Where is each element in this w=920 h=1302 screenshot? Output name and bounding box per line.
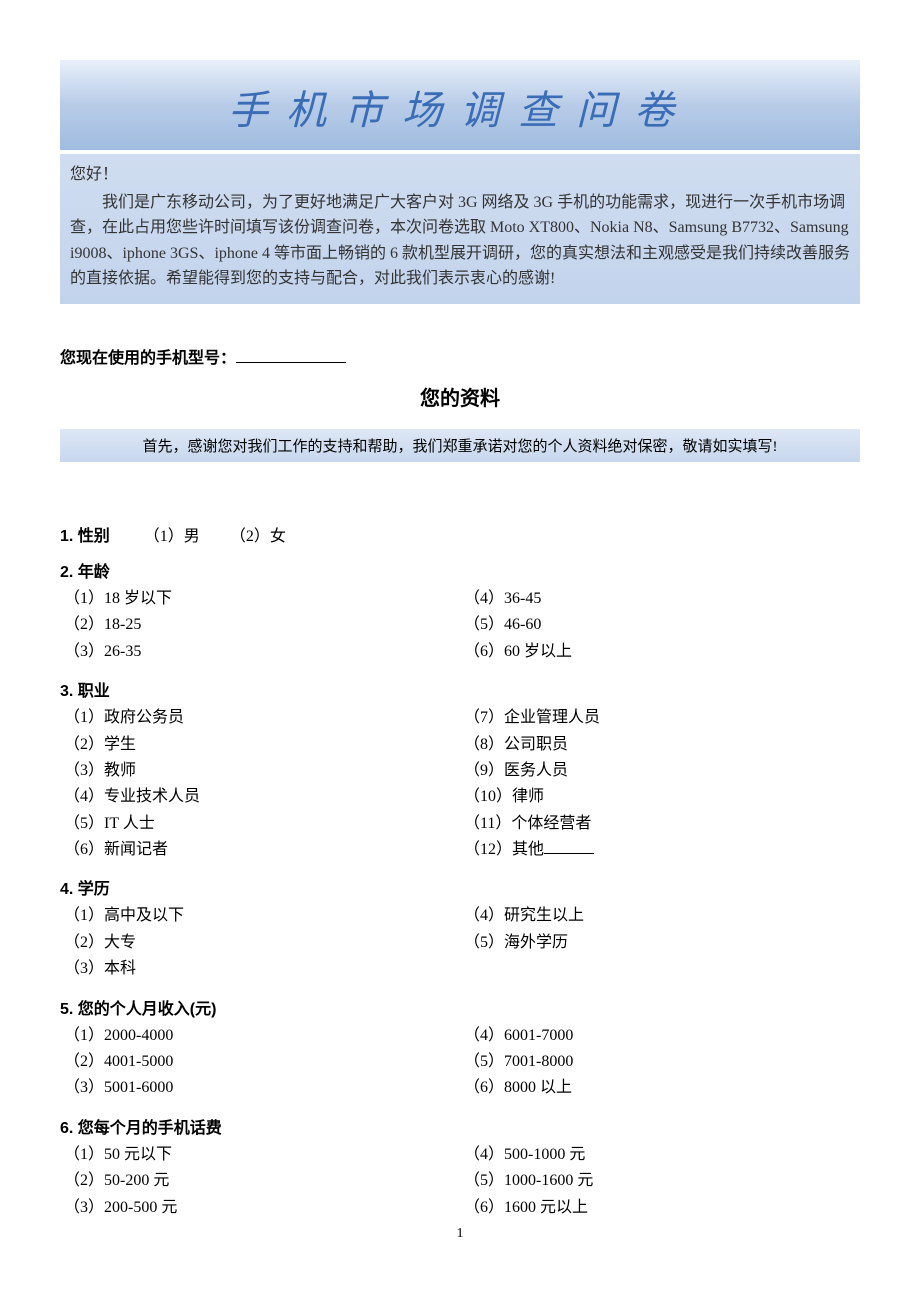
- q3-opt[interactable]: （1）政府公务员: [64, 705, 460, 731]
- q5-opt[interactable]: （6）8000 以上: [464, 1075, 860, 1101]
- q2-title: 2. 年龄: [60, 558, 860, 582]
- q4-opt[interactable]: （1）高中及以下: [64, 903, 460, 929]
- q3-title: 3. 职业: [60, 677, 860, 701]
- q2-opt[interactable]: （1）18 岁以下: [64, 586, 460, 612]
- q2-opt[interactable]: （4）36-45: [464, 586, 860, 612]
- q6-opt[interactable]: （4）500-1000 元: [464, 1142, 860, 1168]
- q3-opt[interactable]: （2）学生: [64, 732, 460, 758]
- q1-title: 1. 性别: [60, 528, 110, 545]
- privacy-notice: 首先，感谢您对我们工作的支持和帮助，我们郑重承诺对您的个人资料绝对保密，敬请如实…: [60, 429, 860, 462]
- intro-greeting: 您好！: [70, 162, 850, 188]
- current-phone-model-line: 您现在使用的手机型号：: [60, 344, 860, 368]
- q3-opt[interactable]: （6）新闻记者: [64, 837, 460, 863]
- q6-title: 6. 您每个月的手机话费: [60, 1114, 860, 1138]
- q4-opt[interactable]: （2）大专: [64, 930, 460, 956]
- q5-opt[interactable]: （1）2000-4000: [64, 1023, 460, 1049]
- q3-other-blank[interactable]: [544, 838, 594, 854]
- q2-opt[interactable]: （5）46-60: [464, 612, 860, 638]
- q2-opt[interactable]: （6）60 岁以上: [464, 639, 860, 665]
- model-blank[interactable]: [236, 347, 346, 363]
- title-banner: 手机市场调查问卷: [60, 60, 860, 150]
- q5-income: 5. 您的个人月收入(元) （1）2000-4000 （2）4001-5000 …: [60, 995, 860, 1102]
- q4-title: 4. 学历: [60, 875, 860, 899]
- q3-opt[interactable]: （5）IT 人士: [64, 811, 460, 837]
- q3-occupation: 3. 职业 （1）政府公务员 （2）学生 （3）教师 （4）专业技术人员 （5）…: [60, 677, 860, 863]
- q6-phone-bill: 6. 您每个月的手机话费 （1）50 元以下 （2）50-200 元 （3）20…: [60, 1114, 860, 1221]
- q2-age: 2. 年龄 （1）18 岁以下 （2）18-25 （3）26-35 （4）36-…: [60, 558, 860, 665]
- q6-opt[interactable]: （3）200-500 元: [64, 1195, 460, 1221]
- section-title: 您的资料: [60, 382, 860, 411]
- page-number: 1: [0, 1226, 920, 1242]
- q3-opt[interactable]: （3）教师: [64, 758, 460, 784]
- q6-opt[interactable]: （1）50 元以下: [64, 1142, 460, 1168]
- q5-opt[interactable]: （4）6001-7000: [464, 1023, 860, 1049]
- q6-opt[interactable]: （5）1000-1600 元: [464, 1168, 860, 1194]
- main-title: 手机市场调查问卷: [60, 78, 860, 136]
- q3-opt[interactable]: （7）企业管理人员: [464, 705, 860, 731]
- q1-opt1[interactable]: （1）男: [144, 528, 200, 545]
- q4-education: 4. 学历 （1）高中及以下 （2）大专 （3）本科 （4）研究生以上 （5）海…: [60, 875, 860, 982]
- q5-opt[interactable]: （3）5001-6000: [64, 1075, 460, 1101]
- q6-opt[interactable]: （6）1600 元以上: [464, 1195, 860, 1221]
- q3-opt[interactable]: （8）公司职员: [464, 732, 860, 758]
- intro-body: 我们是广东移动公司，为了更好地满足广大客户对 3G 网络及 3G 手机的功能需求…: [70, 190, 850, 292]
- q5-opt[interactable]: （2）4001-5000: [64, 1049, 460, 1075]
- model-label: 您现在使用的手机型号：: [60, 350, 236, 367]
- q5-title: 5. 您的个人月收入(元): [60, 995, 860, 1019]
- q3-opt-other-label: （12）其他: [464, 841, 544, 858]
- questions-area: 1. 性别 （1）男 （2）女 2. 年龄 （1）18 岁以下 （2）18-25 …: [60, 522, 860, 1221]
- q3-opt[interactable]: （10）律师: [464, 784, 860, 810]
- q2-opt[interactable]: （2）18-25: [64, 612, 460, 638]
- q1-opt2[interactable]: （2）女: [230, 528, 286, 545]
- q3-opt[interactable]: （9）医务人员: [464, 758, 860, 784]
- intro-banner: 您好！ 我们是广东移动公司，为了更好地满足广大客户对 3G 网络及 3G 手机的…: [60, 154, 860, 304]
- q3-opt[interactable]: （11）个体经营者: [464, 811, 860, 837]
- q5-opt[interactable]: （5）7001-8000: [464, 1049, 860, 1075]
- q6-opt[interactable]: （2）50-200 元: [64, 1168, 460, 1194]
- q1-gender: 1. 性别 （1）男 （2）女: [60, 522, 860, 546]
- q4-opt[interactable]: （4）研究生以上: [464, 903, 860, 929]
- q3-opt[interactable]: （4）专业技术人员: [64, 784, 460, 810]
- q2-opt[interactable]: （3）26-35: [64, 639, 460, 665]
- q4-opt[interactable]: （3）本科: [64, 956, 460, 982]
- q3-opt-other[interactable]: （12）其他: [464, 837, 860, 863]
- q4-opt[interactable]: （5）海外学历: [464, 930, 860, 956]
